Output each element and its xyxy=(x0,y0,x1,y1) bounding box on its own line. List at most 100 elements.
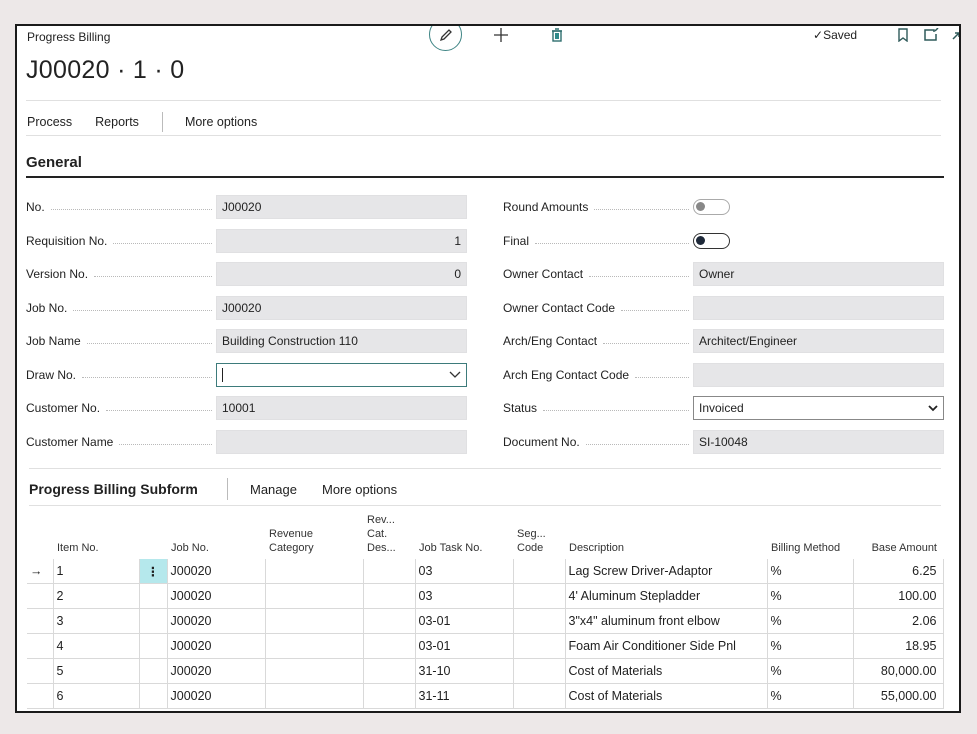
seg-code-cell[interactable] xyxy=(513,683,566,709)
revenue-category-cell[interactable] xyxy=(265,608,364,634)
version-no-field[interactable]: 0 xyxy=(216,262,467,286)
column-header[interactable]: Job Task No. xyxy=(415,508,513,559)
job-name-field[interactable]: Building Construction 110 xyxy=(216,329,467,353)
column-header[interactable]: Job No. xyxy=(167,508,265,559)
table-row[interactable]: 6 J00020 31-11 Cost of Materials% 55,000.00 xyxy=(27,683,944,709)
job-task-no-cell[interactable]: 03 xyxy=(415,583,514,609)
row-indicator[interactable]: → xyxy=(27,559,54,584)
row-menu-cell[interactable] xyxy=(139,583,168,609)
base-amount-cell[interactable]: 80,000.00 xyxy=(853,658,944,684)
reports-menu[interactable]: Reports xyxy=(95,115,139,129)
item-no-cell[interactable]: 4 xyxy=(53,633,140,659)
table-row[interactable]: 5 J00020 31-10 Cost of Materials% 80,000.00 xyxy=(27,658,944,684)
job-task-no-cell[interactable]: 31-10 xyxy=(415,658,514,684)
row-menu-cell[interactable] xyxy=(139,633,168,659)
job-no-cell[interactable]: J00020 xyxy=(167,559,266,584)
table-row[interactable]: → 1 ⋮ J00020 03 Lag Screw Driver-Adaptor% 6.25 xyxy=(27,559,944,584)
seg-code-cell[interactable] xyxy=(513,608,566,634)
description-cell[interactable]: 3"x4" aluminum front elbow xyxy=(565,608,768,634)
status-select[interactable]: Invoiced xyxy=(693,396,944,420)
job-no-cell[interactable]: J00020 xyxy=(167,683,266,709)
revenue-category-cell[interactable] xyxy=(265,633,364,659)
seg-code-cell[interactable] xyxy=(513,559,566,584)
job-no-cell[interactable]: J00020 xyxy=(167,658,266,684)
table-row[interactable]: 3 J00020 03-01 3"x4" aluminum front elbow% 2… xyxy=(27,608,944,634)
chevron-down-icon[interactable] xyxy=(449,371,461,379)
expand-button[interactable] xyxy=(950,28,959,44)
row-menu-cell[interactable] xyxy=(139,683,168,709)
billing-method-cell[interactable]: % xyxy=(767,608,854,634)
item-no-cell[interactable]: 5 xyxy=(53,658,140,684)
row-indicator[interactable] xyxy=(27,633,54,659)
base-amount-cell[interactable]: 100.00 xyxy=(853,583,944,609)
item-no-cell[interactable]: 6 xyxy=(53,683,140,709)
seg-code-cell[interactable] xyxy=(513,583,566,609)
job-task-no-cell[interactable]: 03 xyxy=(415,559,514,584)
revenue-category-cell[interactable] xyxy=(265,559,364,584)
open-new-window-button[interactable] xyxy=(922,26,940,44)
description-cell[interactable]: Foam Air Conditioner Side Pnl xyxy=(565,633,768,659)
rev-cat-desc-cell[interactable] xyxy=(363,658,416,684)
subform-title[interactable]: Progress Billing Subform xyxy=(29,481,198,497)
billing-method-cell[interactable]: % xyxy=(767,633,854,659)
subform-more-options-menu[interactable]: More options xyxy=(322,482,397,497)
revenue-category-cell[interactable] xyxy=(265,658,364,684)
job-no-cell[interactable]: J00020 xyxy=(167,608,266,634)
column-header[interactable]: Rev... Cat. Des... xyxy=(363,508,415,559)
process-menu[interactable]: Process xyxy=(27,115,72,129)
row-menu-icon[interactable]: ⋮ xyxy=(139,559,168,584)
base-amount-cell[interactable]: 6.25 xyxy=(853,559,944,584)
job-no-field[interactable]: J00020 xyxy=(216,296,467,320)
column-header[interactable]: Base Amount xyxy=(853,508,943,559)
billing-method-cell[interactable]: % xyxy=(767,658,854,684)
rev-cat-desc-cell[interactable] xyxy=(363,583,416,609)
owner-contact-field[interactable]: Owner xyxy=(693,262,944,286)
description-cell[interactable]: 4' Aluminum Stepladder xyxy=(565,583,768,609)
row-indicator[interactable] xyxy=(27,683,54,709)
row-menu-cell[interactable] xyxy=(139,608,168,634)
table-row[interactable]: 4 J00020 03-01 Foam Air Conditioner Side Pn… xyxy=(27,633,944,659)
no-field[interactable]: J00020 xyxy=(216,195,467,219)
revenue-category-cell[interactable] xyxy=(265,683,364,709)
description-cell[interactable]: Lag Screw Driver-Adaptor xyxy=(565,559,768,584)
rev-cat-desc-cell[interactable] xyxy=(363,633,416,659)
description-cell[interactable]: Cost of Materials xyxy=(565,658,768,684)
base-amount-cell[interactable]: 55,000.00 xyxy=(853,683,944,709)
customer-no-field[interactable]: 10001 xyxy=(216,396,467,420)
base-amount-cell[interactable]: 2.06 xyxy=(853,608,944,634)
final-toggle[interactable] xyxy=(693,233,730,249)
column-header[interactable]: Revenue Category xyxy=(265,508,363,559)
row-indicator[interactable] xyxy=(27,608,54,634)
rev-cat-desc-cell[interactable] xyxy=(363,608,416,634)
job-task-no-cell[interactable]: 31-11 xyxy=(415,683,514,709)
manage-menu[interactable]: Manage xyxy=(250,482,297,497)
seg-code-cell[interactable] xyxy=(513,633,566,659)
delete-button[interactable] xyxy=(547,26,567,45)
draw-no-input[interactable] xyxy=(216,363,467,387)
new-button[interactable] xyxy=(491,26,511,45)
item-no-cell[interactable]: 1 xyxy=(53,559,140,584)
billing-method-cell[interactable]: % xyxy=(767,583,854,609)
round-amounts-toggle[interactable] xyxy=(693,199,730,215)
row-menu-cell[interactable] xyxy=(139,658,168,684)
table-row[interactable]: 2 J00020 03 4' Aluminum Stepladder% 100.00 xyxy=(27,583,944,609)
billing-method-cell[interactable]: % xyxy=(767,683,854,709)
row-indicator[interactable] xyxy=(27,583,54,609)
job-no-cell[interactable]: J00020 xyxy=(167,583,266,609)
revenue-category-cell[interactable] xyxy=(265,583,364,609)
rev-cat-desc-cell[interactable] xyxy=(363,559,416,584)
column-header[interactable]: Description xyxy=(565,508,767,559)
job-task-no-cell[interactable]: 03-01 xyxy=(415,633,514,659)
item-no-cell[interactable]: 2 xyxy=(53,583,140,609)
column-header[interactable]: Billing Method xyxy=(767,508,853,559)
bookmark-button[interactable] xyxy=(895,26,911,44)
seg-code-cell[interactable] xyxy=(513,658,566,684)
billing-method-cell[interactable]: % xyxy=(767,559,854,584)
general-section-title[interactable]: General xyxy=(26,154,82,171)
arch-eng-contact-code-field[interactable] xyxy=(693,363,944,387)
edit-button[interactable] xyxy=(429,26,462,51)
item-no-cell[interactable]: 3 xyxy=(53,608,140,634)
base-amount-cell[interactable]: 18.95 xyxy=(853,633,944,659)
customer-name-field[interactable] xyxy=(216,430,467,454)
description-cell[interactable]: Cost of Materials xyxy=(565,683,768,709)
